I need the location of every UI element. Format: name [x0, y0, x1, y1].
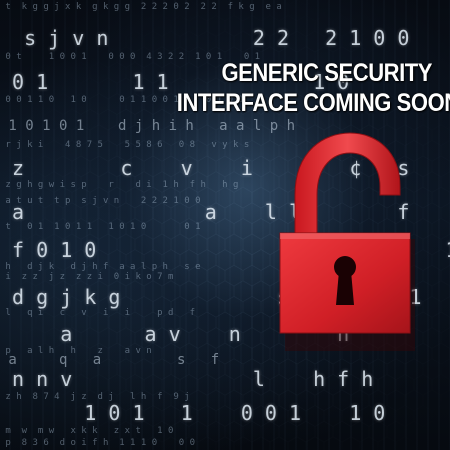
- padlock-shackle: [294, 132, 401, 238]
- code-row: p 8 3 6 d o i f h 1 1 1 0 0 0: [0, 438, 196, 448]
- headline-line-1: GENERIC SECURITY: [221, 59, 432, 87]
- headline-line-2: INTERFACE COMING SOON!: [176, 89, 450, 117]
- code-row: m w m w x k k z x t 1 0: [0, 426, 174, 436]
- padlock-icon: [279, 132, 415, 351]
- code-row: n n v l h f h: [0, 367, 374, 391]
- headline: GENERIC SECURITY INTERFACE COMING SOON!: [176, 58, 450, 118]
- security-splash-screen: t k g g j x k g k g g 2 2 2 0 2 2 2 f k …: [0, 0, 450, 450]
- code-row: s j v n 2 2 2 1 0 0: [0, 26, 410, 50]
- code-row: t k g g j x k g k g g 2 2 2 0 2 2 2 f k …: [0, 2, 282, 12]
- code-row: 1 0 1 1 0 0 1 1 0: [0, 401, 386, 425]
